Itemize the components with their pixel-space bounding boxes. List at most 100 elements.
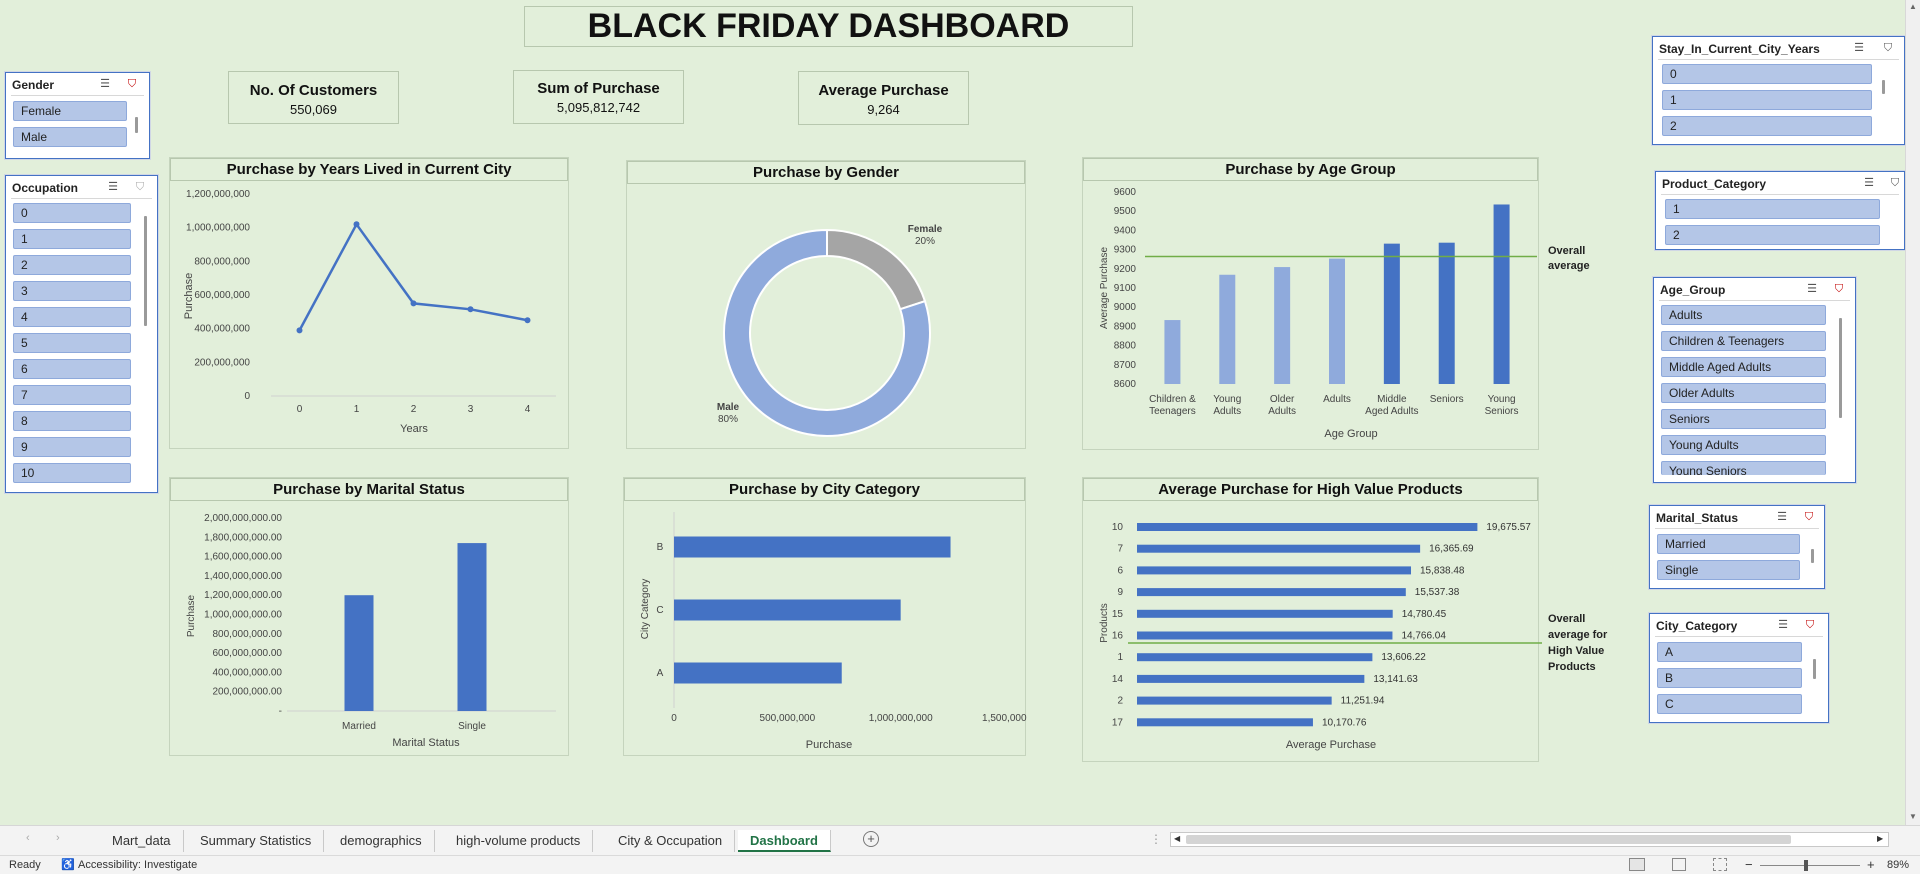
slicer-scrollbar[interactable]	[1839, 318, 1842, 418]
scroll-down-icon[interactable]: ▼	[1909, 812, 1917, 821]
slicer-item[interactable]: Older Adults	[1661, 383, 1826, 403]
bar	[1137, 696, 1332, 705]
slicer-item[interactable]: 8	[13, 411, 131, 431]
slicer-item-single[interactable]: Single	[1657, 560, 1800, 580]
add-sheet-icon[interactable]: +	[863, 831, 879, 847]
slicer-scrollbar[interactable]	[144, 216, 147, 326]
chart-years[interactable]: Purchase by Years Lived in Current City …	[169, 157, 569, 449]
slicer-item[interactable]: 10	[13, 463, 131, 483]
chart-marital[interactable]: Purchase by Marital Status -200,000,000.…	[169, 477, 569, 756]
page-layout-icon[interactable]	[1672, 858, 1686, 871]
series-line	[298, 221, 528, 331]
slicer-occupation[interactable]: Occupation ☰ ⛉ 0 1 2 3 4 5 6 7 8 9 10	[5, 175, 158, 493]
slicer-item-female[interactable]: Female	[13, 101, 127, 121]
chart-gender[interactable]: Purchase by Gender Female 20% Male 80%	[626, 160, 1026, 449]
slicer-title: City_Category	[1656, 619, 1738, 633]
slicer-age-group[interactable]: Age_Group ☰ ⛉ Adults Children & Teenagers…	[1653, 277, 1856, 483]
chart-city-category[interactable]: Purchase by City Category BCA 0 500,000,0…	[623, 477, 1027, 756]
slicer-item[interactable]: 6	[13, 359, 131, 379]
slicer-item[interactable]: Young Adults	[1661, 435, 1826, 455]
page-break-icon[interactable]	[1713, 858, 1727, 871]
multi-select-icon[interactable]: ☰	[1805, 283, 1819, 295]
chart-high-value-products[interactable]: Average Purchase for High Value Products…	[1082, 477, 1542, 762]
normal-view-icon[interactable]	[1629, 858, 1645, 871]
slicer-item[interactable]: 5	[13, 333, 131, 353]
accessibility-status[interactable]: Accessibility: Investigate	[78, 859, 197, 871]
slicer-item[interactable]: Young Seniors	[1661, 461, 1826, 475]
slicer-item[interactable]: 2	[1665, 225, 1880, 245]
tab-high-volume-products[interactable]: high-volume products	[444, 830, 594, 852]
slicer-item-married[interactable]: Married	[1657, 534, 1800, 554]
slicer-item[interactable]: 0	[1662, 64, 1872, 84]
slicer-item-c[interactable]: C	[1657, 694, 1802, 714]
tab-summary-statistics[interactable]: Summary Statistics	[188, 830, 325, 852]
slicer-marital-status[interactable]: Marital_Status ☰ ⛉ Married Single	[1649, 505, 1825, 589]
scroll-right-icon[interactable]: ▶	[1877, 834, 1883, 843]
slicer-item[interactable]: Middle Aged Adults	[1661, 357, 1826, 377]
tab-split-handle-icon[interactable]: ⋮	[1150, 832, 1162, 846]
y-tick-label: 14	[1112, 674, 1124, 685]
slicer-scrollbar[interactable]	[1813, 659, 1816, 679]
clear-filter-icon[interactable]: ⛉	[1803, 619, 1817, 631]
prev-sheet-icon[interactable]: ‹	[26, 832, 30, 844]
multi-select-icon[interactable]: ☰	[1852, 42, 1866, 54]
tab-city-occupation[interactable]: City & Occupation	[606, 830, 736, 852]
multi-select-icon[interactable]: ☰	[1775, 511, 1789, 523]
tab-mart-data[interactable]: Mart_data	[100, 830, 184, 852]
slicer-item[interactable]: Seniors	[1661, 409, 1826, 429]
bar	[674, 536, 951, 558]
scroll-left-icon[interactable]: ◀	[1174, 834, 1180, 843]
slicer-item[interactable]: 2	[1662, 116, 1872, 136]
vertical-scrollbar[interactable]: ▲ ▼	[1905, 0, 1920, 825]
zoom-slider-thumb[interactable]	[1804, 860, 1808, 871]
slicer-item[interactable]: 0	[13, 203, 131, 223]
donut-slice-female	[826, 228, 927, 311]
slicer-item[interactable]: Children & Teenagers	[1661, 331, 1826, 351]
multi-select-icon[interactable]: ☰	[98, 78, 112, 90]
y-tick-label: 2	[1117, 696, 1123, 707]
clear-filter-icon[interactable]: ⛉	[1802, 511, 1816, 523]
dashboard-sheet: BLACK FRIDAY DASHBOARD No. Of Customers …	[0, 0, 1905, 825]
horizontal-scrollbar[interactable]: ◀ ▶	[1170, 832, 1889, 847]
slicer-scrollbar[interactable]	[1811, 549, 1814, 563]
multi-select-icon[interactable]: ☰	[1862, 177, 1876, 189]
clear-filter-icon[interactable]: ⛉	[1832, 283, 1846, 295]
multi-select-icon[interactable]: ☰	[1776, 619, 1790, 631]
tab-demographics[interactable]: demographics	[328, 830, 435, 852]
zoom-level[interactable]: 89%	[1887, 859, 1909, 871]
slicer-item[interactable]: 1	[13, 229, 131, 249]
zoom-slider[interactable]	[1760, 865, 1860, 866]
multi-select-icon[interactable]: ☰	[106, 181, 120, 193]
slicer-item[interactable]: 4	[13, 307, 131, 327]
slicer-city-category[interactable]: City_Category ☰ ⛉ A B C	[1649, 613, 1829, 723]
next-sheet-icon[interactable]: ›	[56, 832, 60, 844]
slicer-item-a[interactable]: A	[1657, 642, 1802, 662]
tab-dashboard[interactable]: Dashboard	[738, 830, 831, 852]
y-tick-label: -	[279, 706, 282, 717]
scrollbar-thumb[interactable]	[1186, 835, 1791, 844]
slicer-scrollbar[interactable]	[1882, 80, 1885, 94]
y-tick-label: C	[656, 605, 663, 616]
zoom-out-icon[interactable]: −	[1745, 857, 1753, 872]
clear-filter-icon[interactable]: ⛉	[133, 181, 147, 193]
scroll-up-icon[interactable]: ▲	[1909, 2, 1917, 11]
chart-age-group[interactable]: Purchase by Age Group 8600 8700 8800 8900 90…	[1082, 157, 1539, 450]
slicer-scrollbar[interactable]	[135, 117, 138, 133]
clear-filter-icon[interactable]: ⛉	[1881, 42, 1895, 54]
y-tick-label: 1,200,000,000	[186, 189, 250, 200]
clear-filter-icon[interactable]: ⛉	[1888, 177, 1902, 189]
slicer-item[interactable]: 1	[1665, 199, 1880, 219]
slicer-stay-years[interactable]: Stay_In_Current_City_Years ☰ ⛉ 0 1 2	[1652, 36, 1905, 145]
slicer-item[interactable]: 3	[13, 281, 131, 301]
slicer-product-category[interactable]: Product_Category ☰ ⛉ 1 2	[1655, 171, 1905, 250]
clear-filter-icon[interactable]: ⛉	[125, 78, 139, 90]
slicer-gender[interactable]: Gender ☰ ⛉ Female Male	[5, 72, 150, 159]
slicer-item[interactable]: Adults	[1661, 305, 1826, 325]
slicer-item-male[interactable]: Male	[13, 127, 127, 147]
slicer-item[interactable]: 9	[13, 437, 131, 457]
slicer-item-b[interactable]: B	[1657, 668, 1802, 688]
slicer-item[interactable]: 1	[1662, 90, 1872, 110]
zoom-in-icon[interactable]: +	[1867, 857, 1875, 872]
slicer-item[interactable]: 7	[13, 385, 131, 405]
slicer-item[interactable]: 2	[13, 255, 131, 275]
